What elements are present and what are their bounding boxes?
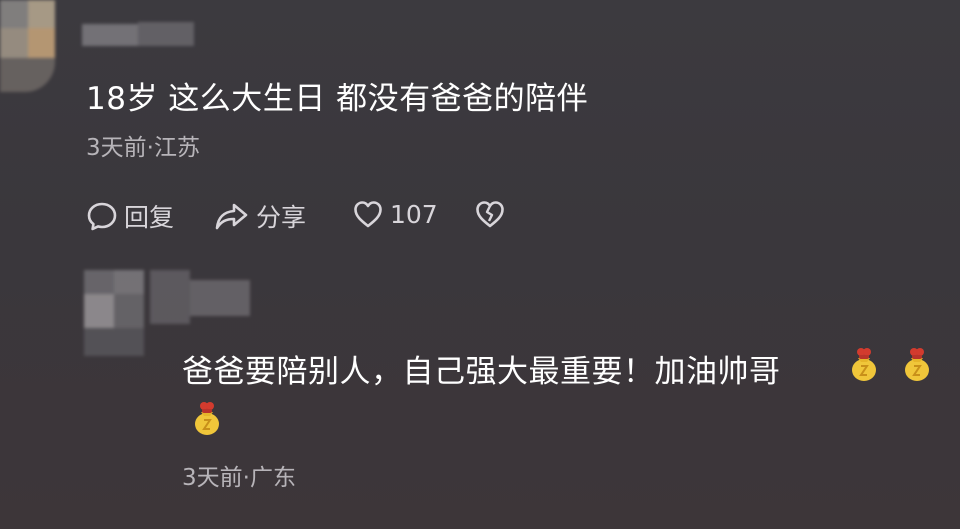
share-arrow-icon [215,203,248,230]
share-label: 分享 [256,203,307,232]
dislike-button[interactable] [474,198,506,230]
comment-1-avatar[interactable] [0,0,55,92]
speech-bubble-icon [87,202,117,231]
like-button[interactable]: 107 [352,198,438,230]
heart-icon [354,201,382,228]
comment-2-text: 爸爸要陪别人，自己强大最重要！加油帅哥 [182,354,781,390]
comment-1-text: 18岁 这么大生日 都没有爸爸的陪伴 [86,81,589,117]
comment-2-avatar[interactable] [84,270,144,356]
share-button[interactable]: 分享 [214,198,306,234]
reply-label: 回复 [124,203,175,232]
comment-2-username[interactable] [150,270,250,324]
bag-of-money-icon [195,402,219,435]
bag-of-money-icon [852,348,876,381]
broken-heart-icon [476,201,504,228]
reply-button[interactable]: 回复 [86,198,174,234]
comment-1-username[interactable] [82,18,194,48]
like-count: 107 [390,199,438,229]
bag-of-money-icon [905,348,929,381]
comment-2-meta: 3天前·广东 [182,465,296,491]
comment-1-meta: 3天前·江苏 [86,135,200,161]
